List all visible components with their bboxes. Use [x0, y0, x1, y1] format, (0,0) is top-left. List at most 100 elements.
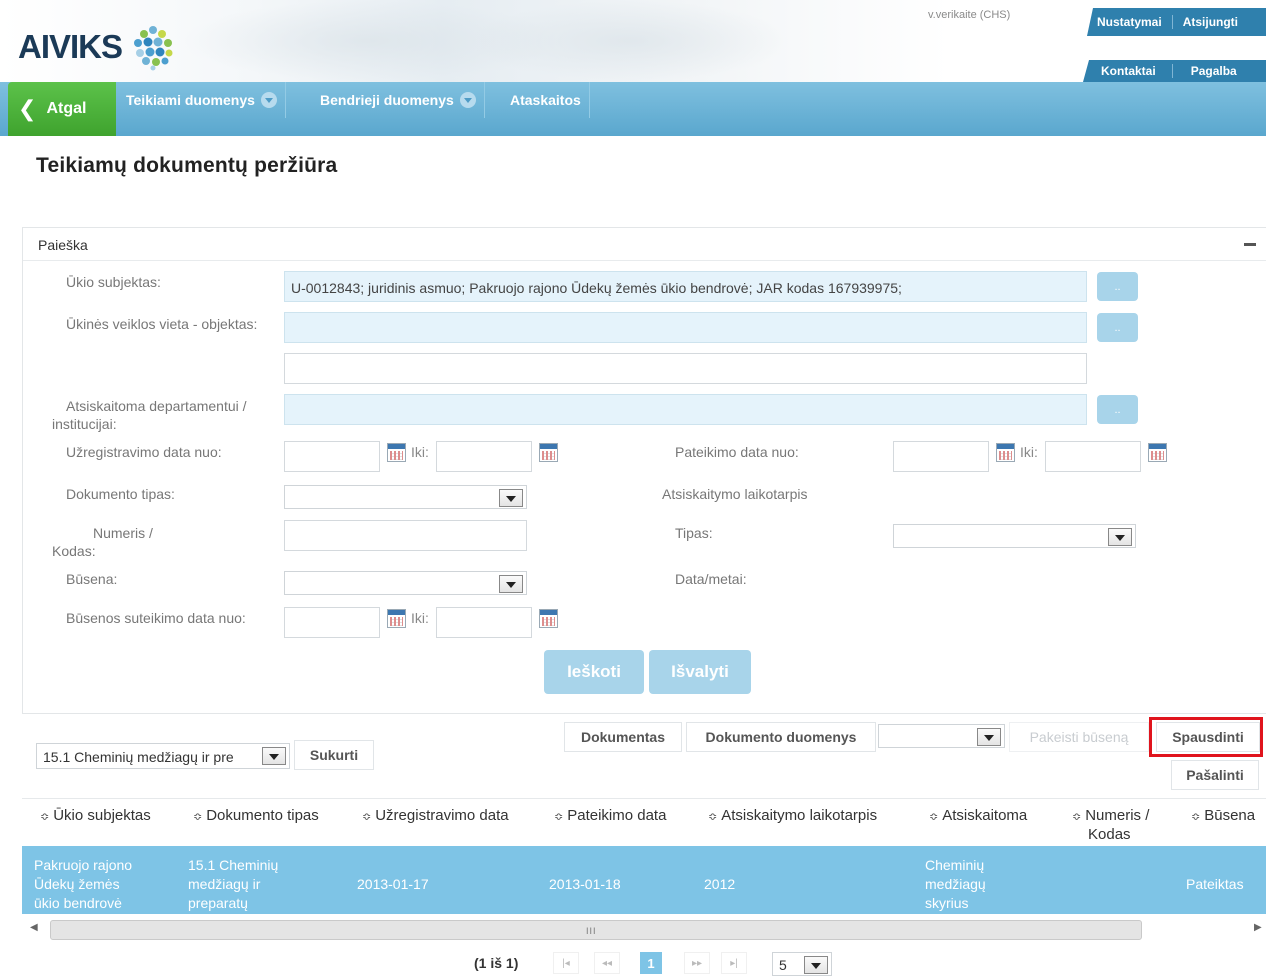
- horizontal-scrollbar[interactable]: ◀ III ▶: [22, 918, 1266, 942]
- cell-laikotarpis: 2012: [704, 876, 736, 892]
- label-tipas: Tipas:: [675, 525, 713, 541]
- uzreg-to-input[interactable]: [436, 441, 532, 472]
- page-size-value: 5: [779, 957, 787, 973]
- uzreg-from-input[interactable]: [284, 441, 380, 472]
- contacts-link[interactable]: Kontaktai: [1083, 64, 1172, 78]
- col-label: Atsiskaitymo laikotarpis: [721, 807, 878, 824]
- calendar-icon[interactable]: [1148, 443, 1167, 462]
- logo[interactable]: AIVIKS: [18, 22, 178, 72]
- back-label: Atgal: [46, 100, 87, 117]
- page-size-select[interactable]: 5: [772, 952, 832, 976]
- busenos-to-input[interactable]: [436, 607, 532, 638]
- atsiskaitoma-field[interactable]: [284, 394, 1087, 425]
- collapse-icon[interactable]: [1244, 243, 1256, 246]
- veiklos-vieta-field[interactable]: [284, 312, 1087, 343]
- label-iki: Iki:: [411, 444, 429, 460]
- calendar-icon[interactable]: [996, 443, 1015, 462]
- pateikimo-from-input[interactable]: [893, 441, 989, 472]
- chevron-left-icon: ❮: [18, 96, 37, 121]
- cell-subjektas: Pakruojo rajono Ūdekų žemės ūkio bendrov…: [34, 856, 132, 913]
- create-button[interactable]: Sukurti: [294, 740, 374, 770]
- settings-link[interactable]: Nustatymai: [1087, 15, 1172, 29]
- calendar-icon[interactable]: [387, 443, 406, 462]
- cell-busena: Pateiktas: [1186, 876, 1244, 892]
- col-atsiskaitoma[interactable]: ≎ Atsiskaitoma: [929, 807, 1027, 826]
- change-status-button[interactable]: Pakeisti būseną: [1009, 722, 1149, 752]
- scroll-right-icon[interactable]: ▶: [1254, 922, 1262, 933]
- col-numeris[interactable]: ≎ Numeris / Kodas: [1072, 807, 1149, 844]
- remove-button[interactable]: Pašalinti: [1171, 760, 1259, 790]
- label-atsiskaitoma-2: institucijai:: [52, 416, 117, 432]
- label-data-metai: Data/metai:: [675, 571, 747, 587]
- next-page-button[interactable]: ▸▸: [684, 952, 710, 974]
- scroll-left-icon[interactable]: ◀: [30, 922, 38, 933]
- label-numeris: Numeris /: [93, 525, 153, 541]
- numeris-input[interactable]: [284, 520, 527, 551]
- ukio-subjektas-field[interactable]: U-0012843; juridinis asmuo; Pakruojo raj…: [284, 271, 1087, 302]
- last-page-button[interactable]: ▸|: [721, 952, 747, 974]
- logout-link[interactable]: Atsijungti: [1171, 15, 1248, 29]
- document-button[interactable]: Dokumentas: [564, 722, 682, 752]
- help-link[interactable]: Pagalba: [1171, 64, 1245, 78]
- label-uzreg-nuo: Užregistravimo data nuo:: [66, 444, 222, 460]
- chevron-down-icon: [499, 575, 523, 593]
- pager-info: (1 iš 1): [474, 955, 519, 971]
- nav-ataskaitos[interactable]: Ataskaitos: [502, 82, 590, 118]
- first-page-button[interactable]: |◂: [553, 952, 579, 974]
- cell-tipas: 15.1 Cheminių medžiagų ir preparatų: [188, 856, 278, 913]
- sort-icon: ≎: [1191, 811, 1201, 823]
- col-busena[interactable]: ≎ Būsena: [1191, 807, 1255, 826]
- label-atsiskaitoma: Atsiskaitoma departamentui /: [66, 398, 247, 414]
- back-button[interactable]: ❮ Atgal: [8, 82, 116, 136]
- busena-select[interactable]: [284, 571, 527, 595]
- page-1-button[interactable]: 1: [640, 952, 662, 974]
- veiklos-vieta-extra-field[interactable]: [284, 353, 1087, 384]
- col-label: Užregistravimo data: [375, 807, 509, 824]
- prev-page-button[interactable]: ◂◂: [594, 952, 620, 974]
- document-data-button[interactable]: Dokumento duomenys: [686, 722, 876, 752]
- cell-pateikimo: 2013-01-18: [549, 876, 621, 892]
- scroll-thumb[interactable]: III: [50, 920, 1142, 940]
- calendar-icon[interactable]: [539, 443, 558, 462]
- print-highlight-box: [1149, 717, 1263, 757]
- col-uzregistravimo-data[interactable]: ≎ Užregistravimo data: [362, 807, 509, 826]
- nav-label: Teikiami duomenys: [126, 92, 255, 108]
- calendar-icon[interactable]: [387, 609, 406, 628]
- search-button[interactable]: Ieškoti: [544, 650, 644, 694]
- template-select[interactable]: 15.1 Cheminių medžiagų ir pre: [36, 743, 290, 769]
- dok-tipas-select[interactable]: [284, 485, 527, 509]
- search-panel-header: Paieška: [23, 228, 1266, 261]
- sort-icon: ≎: [929, 811, 939, 823]
- chevron-down-icon: [804, 956, 828, 974]
- template-select-value: 15.1 Cheminių medžiagų ir pre: [43, 749, 234, 765]
- select-veiklos-vieta-button[interactable]: ..: [1097, 313, 1138, 342]
- nav-teikiami-duomenys[interactable]: Teikiami duomenys: [118, 82, 286, 118]
- sort-icon: ≎: [40, 811, 50, 823]
- col-label: Ūkio subjektas: [53, 807, 151, 824]
- top-links: Nustatymai Atsijungti: [1087, 8, 1266, 36]
- chevron-down-icon: [499, 489, 523, 507]
- select-ukio-subjektas-button[interactable]: ..: [1097, 272, 1138, 301]
- pateikimo-to-input[interactable]: [1045, 441, 1141, 472]
- cell-line: medžiagų ir: [188, 876, 261, 892]
- cell-line: preparatų: [188, 895, 248, 911]
- col-pateikimo-data[interactable]: ≎ Pateikimo data: [554, 807, 666, 826]
- status-select[interactable]: [878, 724, 1005, 748]
- tipas-select[interactable]: [893, 524, 1136, 548]
- chevron-down-icon: [977, 728, 1001, 746]
- cell-atsiskaitoma: Cheminių medžiagų skyrius: [925, 856, 986, 913]
- clear-button[interactable]: Išvalyti: [649, 650, 751, 694]
- col-label: Pateikimo data: [567, 807, 667, 824]
- page-title: Teikiamų dokumentų peržiūra: [36, 154, 338, 177]
- col-dokumento-tipas[interactable]: ≎ Dokumento tipas: [193, 807, 319, 826]
- col-label: Būsena: [1204, 807, 1256, 824]
- calendar-icon[interactable]: [539, 609, 558, 628]
- table-row[interactable]: Pakruojo rajono Ūdekų žemės ūkio bendrov…: [22, 846, 1266, 914]
- col-atsiskaitymo-laikotarpis[interactable]: ≎ Atsiskaitymo laikotarpis: [708, 807, 877, 826]
- nav-bendrieji-duomenys[interactable]: Bendrieji duomenys: [312, 82, 485, 118]
- sort-icon: ≎: [362, 811, 372, 823]
- col-ukio-subjektas[interactable]: ≎ Ūkio subjektas: [40, 807, 151, 826]
- busenos-from-input[interactable]: [284, 607, 380, 638]
- select-atsiskaitoma-button[interactable]: ..: [1097, 395, 1138, 424]
- col-label: Kodas: [1088, 826, 1131, 843]
